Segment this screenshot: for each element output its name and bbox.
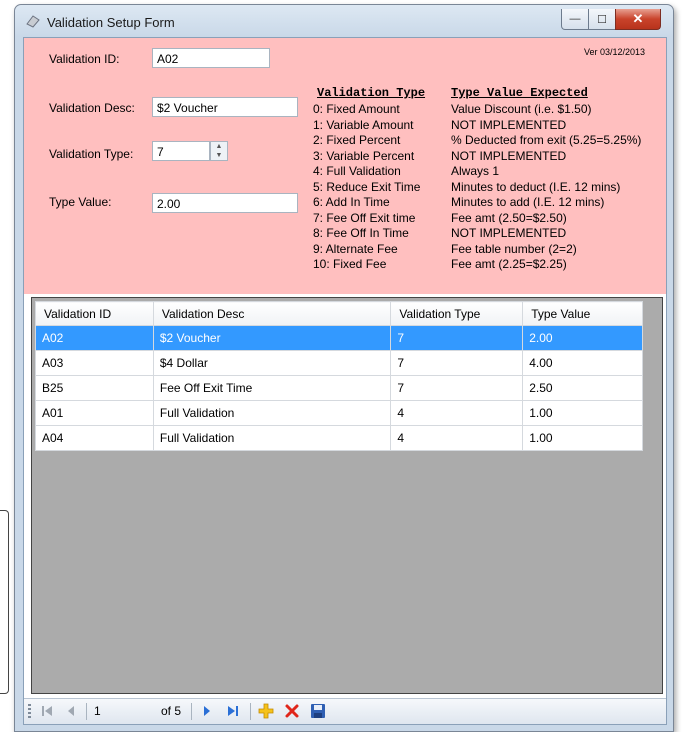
expected-item: Fee table number (2=2) (451, 241, 577, 256)
type-item: 5: Reduce Exit Time (313, 179, 421, 194)
expected-item: % Deducted from exit (5.25=5.25%) (451, 133, 642, 147)
cell[interactable]: 2.00 (522, 325, 643, 351)
validation-type-spinner[interactable]: ▲ ▼ (210, 141, 228, 161)
toolbar-grip[interactable] (28, 704, 31, 719)
column-header-validation-desc[interactable]: Validation Desc (152, 301, 392, 326)
expected-item: Value Discount (i.e. $1.50) (451, 102, 592, 116)
toolbar-separator (191, 703, 192, 720)
type-item: 2: Fixed Percent (313, 133, 401, 147)
cell[interactable]: A01 (35, 400, 154, 426)
validation-id-label: Validation ID: (49, 52, 120, 66)
type-item: 4: Full Validation (313, 164, 401, 178)
cell[interactable]: 4 (390, 425, 524, 451)
minimize-button[interactable]: — (561, 9, 589, 30)
table-row[interactable]: A02 $2 Voucher 7 2.00 (35, 325, 643, 351)
cell[interactable]: Full Validation (152, 425, 392, 451)
close-button[interactable]: ✕ (615, 9, 661, 30)
validation-grid[interactable]: Validation ID Validation Desc Validation… (31, 297, 663, 694)
move-first-icon[interactable] (40, 703, 54, 719)
expected-item: Always 1 (451, 164, 500, 178)
count-label: of 5 (161, 704, 182, 718)
table-row[interactable]: A04 Full Validation 4 1.00 (35, 425, 643, 451)
table-row[interactable]: B25 Fee Off Exit Time 7 2.50 (35, 375, 643, 401)
edit-panel: Ver 03/12/2013 Validation ID: A02 Valida… (24, 38, 666, 294)
column-header-type-value[interactable]: Type Value (522, 301, 643, 326)
validation-type-stepper[interactable]: 7 (152, 141, 210, 161)
type-item: 8: Fee Off In Time (313, 226, 409, 240)
validation-type-label: Validation Type: (49, 147, 134, 161)
type-value-expected-header: Type Value Expected (451, 86, 588, 100)
type-item: 6: Add In Time (313, 195, 390, 209)
toolbar-separator (250, 703, 251, 720)
move-previous-icon[interactable] (66, 703, 76, 719)
column-header-validation-type[interactable]: Validation Type (390, 301, 524, 326)
cell[interactable]: A02 (35, 325, 154, 351)
type-item: 3: Variable Percent (313, 148, 415, 163)
expected-item: Fee amt (2.50=$2.50) (451, 210, 567, 225)
type-value-field[interactable]: 2.00 (152, 193, 298, 213)
form-client-area: Ver 03/12/2013 Validation ID: A02 Valida… (23, 37, 667, 725)
type-value-label: Type Value: (49, 195, 112, 209)
cell[interactable]: B25 (35, 375, 154, 401)
maximize-button[interactable]: ☐ (588, 9, 616, 30)
cell[interactable]: 7 (390, 350, 524, 376)
cell[interactable]: Full Validation (152, 400, 392, 426)
cell[interactable]: 7 (390, 375, 524, 401)
toolbar-separator (86, 703, 87, 720)
cell[interactable]: A03 (35, 350, 154, 376)
move-last-icon[interactable] (226, 703, 240, 719)
cell[interactable]: 1.00 (522, 400, 643, 426)
app-icon (26, 15, 40, 28)
cell[interactable]: $4 Dollar (152, 350, 392, 376)
expected-item: NOT IMPLEMENTED (451, 226, 567, 240)
validation-type-list: 0: Fixed Amount 1: Variable Amount 2: Fi… (313, 102, 420, 273)
window-title: Validation Setup Form (47, 15, 175, 30)
add-new-icon[interactable] (258, 703, 274, 719)
cell[interactable]: 2.50 (522, 375, 643, 401)
validation-type-header: Validation Type (317, 86, 426, 100)
cell[interactable]: A04 (35, 425, 154, 451)
cell[interactable]: Fee Off Exit Time (152, 375, 392, 401)
table-row[interactable]: A01 Full Validation 4 1.00 (35, 400, 643, 426)
expected-item: Minutes to deduct (I.E. 12 mins) (451, 179, 621, 194)
position-field[interactable]: 1 (94, 703, 144, 719)
cell[interactable]: 4 (390, 400, 524, 426)
type-item: 1: Variable Amount (313, 117, 414, 132)
background-window-edge (0, 510, 9, 694)
expected-item: Minutes to add (I.E. 12 mins) (451, 195, 605, 209)
expected-item: NOT IMPLEMENTED (451, 148, 567, 163)
column-header-validation-id[interactable]: Validation ID (35, 301, 154, 326)
title-bar[interactable]: Validation Setup Form — ☐ ✕ (15, 5, 673, 37)
expected-item: Fee amt (2.25=$2.25) (451, 257, 567, 271)
binding-navigator: 1 of 5 (24, 698, 666, 724)
cell[interactable]: $2 Voucher (152, 325, 392, 351)
save-icon[interactable] (310, 703, 326, 719)
table-header-row: Validation ID Validation Desc Validation… (35, 301, 643, 326)
move-next-icon[interactable] (202, 703, 212, 719)
validation-id-field[interactable]: A02 (152, 48, 270, 68)
table-row[interactable]: A03 $4 Dollar 7 4.00 (35, 350, 643, 376)
version-label: Ver 03/12/2013 (584, 47, 646, 57)
type-value-expected-list: Value Discount (i.e. $1.50) NOT IMPLEMEN… (451, 102, 641, 273)
type-item: 9: Alternate Fee (313, 241, 398, 256)
validation-table: Validation ID Validation Desc Validation… (35, 301, 643, 451)
spin-up-icon[interactable]: ▲ (211, 142, 227, 151)
cell[interactable]: 4.00 (522, 350, 643, 376)
cell[interactable]: 7 (390, 325, 524, 351)
type-item: 7: Fee Off Exit time (313, 210, 416, 225)
type-item: 10: Fixed Fee (313, 257, 387, 271)
cell[interactable]: 1.00 (522, 425, 643, 451)
validation-desc-label: Validation Desc: (49, 101, 135, 115)
delete-icon[interactable] (284, 703, 300, 719)
type-item: 0: Fixed Amount (313, 102, 400, 116)
spin-down-icon[interactable]: ▼ (211, 151, 227, 160)
validation-setup-window: Validation Setup Form — ☐ ✕ Ver 03/12/20… (14, 4, 674, 732)
validation-desc-field[interactable]: $2 Voucher (152, 97, 298, 117)
expected-item: NOT IMPLEMENTED (451, 117, 567, 132)
